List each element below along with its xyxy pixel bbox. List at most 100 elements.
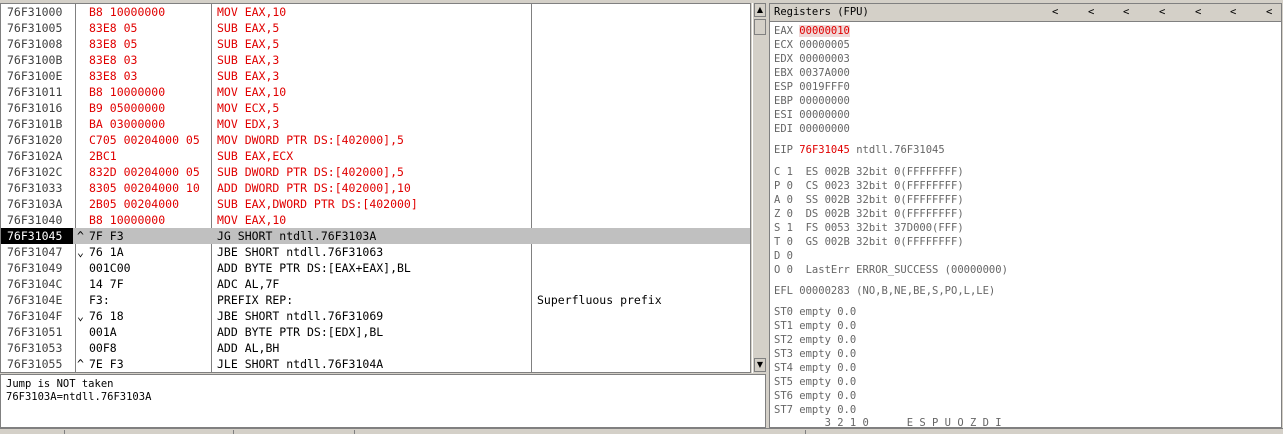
scroll-up-arrow-icon[interactable]: ▲ [754, 3, 766, 17]
disasm-row[interactable]: 76F31016 B9 05000000 MOV ECX,5 [1, 100, 750, 116]
flag-a-segment-ss[interactable]: A 0 SS 002B 32bit 0(FFFFFFFF) [774, 193, 964, 207]
address-cell: 76F3100B [7, 53, 63, 67]
register-ebx[interactable]: EBX 0037A000 [774, 66, 850, 80]
disasm-row[interactable]: 76F31005 83E8 05 SUB EAX,5 [1, 20, 750, 36]
flag-d[interactable]: D 0 [774, 249, 793, 263]
flag-o-lasterr[interactable]: O 0 LastErr ERROR_SUCCESS (00000000) [774, 263, 1008, 277]
hex-dump-cell: B8 10000000 [89, 85, 166, 99]
fpu-st6[interactable]: ST6 empty 0.0 [774, 389, 856, 403]
fpu-st5[interactable]: ST5 empty 0.0 [774, 375, 856, 389]
hex-dump-cell: F3: [89, 293, 110, 307]
comment-cell: Superfluous prefix [537, 293, 662, 307]
status-cell [0, 430, 65, 434]
jump-marker-icon: ⌄ [77, 309, 84, 323]
register-efl[interactable]: EFL 00000283 (NO,B,NE,BE,S,PO,L,LE) [774, 284, 995, 298]
jump-marker-icon: ^ [77, 229, 84, 243]
hex-dump-cell: BA 03000000 [89, 117, 166, 131]
hex-dump-cell: 7F F3 [89, 229, 124, 243]
disasm-row[interactable]: 76F31049 001C00 ADD BYTE PTR DS:[EAX+EAX],… [1, 260, 750, 276]
flag-s-segment-fs[interactable]: S 1 FS 0053 32bit 37D000(FFF) [774, 221, 964, 235]
address-cell: 76F31033 [7, 181, 63, 195]
disasm-row[interactable]: 76F3104C 14 7F ADC AL,7F [1, 276, 750, 292]
info-line-target: 76F3103A=ntdll.76F3103A [6, 391, 152, 403]
disasm-row[interactable]: 76F31040 B8 10000000 MOV EAX,10 [1, 212, 750, 228]
disasm-row[interactable]: 76F31051 001A ADD BYTE PTR DS:[EDX],BL [1, 324, 750, 340]
scroll-down-arrow-icon[interactable]: ▼ [754, 358, 766, 372]
register-eip[interactable]: EIP 76F31045 ntdll.76F31045 [774, 143, 945, 157]
disasm-row[interactable]: 76F31033 8305 00204000 10 ADD DWORD PTR DS… [1, 180, 750, 196]
disassembly-cell: ADD BYTE PTR DS:[EDX],BL [217, 325, 384, 339]
register-esi[interactable]: ESI 00000000 [774, 108, 850, 122]
address-cell: 76F3104F [7, 309, 63, 323]
register-edi[interactable]: EDI 00000000 [774, 122, 850, 136]
register-ebp[interactable]: EBP 00000000 [774, 94, 850, 108]
hex-dump-cell: 83E8 03 [89, 53, 138, 67]
left-arrow-icon[interactable]: < [1195, 4, 1201, 21]
disasm-row[interactable]: 76F3101B BA 03000000 MOV EDX,3 [1, 116, 750, 132]
address-cell: 76F31016 [7, 101, 63, 115]
fpu-st4[interactable]: ST4 empty 0.0 [774, 361, 856, 375]
left-arrow-icon[interactable]: < [1123, 4, 1129, 21]
disassembly-pane[interactable]: 76F31000 B8 10000000 MOV EAX,10 76F31005 83E… [0, 3, 751, 373]
fpu-st3[interactable]: ST3 empty 0.0 [774, 347, 856, 361]
disasm-row[interactable]: 76F31000 B8 10000000 MOV EAX,10 [1, 4, 750, 20]
address-cell: 76F31045 [1, 228, 73, 244]
registers-title: Registers (FPU) [774, 6, 869, 18]
disasm-row[interactable]: 76F3102A 2BC1 SUB EAX,ECX [1, 148, 750, 164]
hex-dump-cell: 001A [89, 325, 117, 339]
disasm-row[interactable]: 76F3100B 83E8 03 SUB EAX,3 [1, 52, 750, 68]
address-cell: 76F3104E [7, 293, 63, 307]
disasm-row[interactable]: 76F31008 83E8 05 SUB EAX,5 [1, 36, 750, 52]
flag-t-segment-gs[interactable]: T 0 GS 002B 32bit 0(FFFFFFFF) [774, 235, 964, 249]
fpu-st7[interactable]: ST7 empty 0.0 [774, 403, 856, 417]
fpu-st2[interactable]: ST2 empty 0.0 [774, 333, 856, 347]
hex-dump-cell: 76 1A [89, 245, 124, 259]
left-arrow-icon[interactable]: < [1052, 4, 1058, 21]
disasm-row[interactable]: 76F3103A 2B05 00204000 SUB EAX,DWORD PTR D… [1, 196, 750, 212]
info-line-jump: Jump is NOT taken [6, 378, 114, 390]
hex-dump-cell: 7E F3 [89, 357, 124, 371]
info-pane: Jump is NOT taken 76F3103A=ntdll.76F3103… [0, 374, 766, 428]
address-cell: 76F3101B [7, 117, 63, 131]
hex-dump-cell: 2B05 00204000 [89, 197, 180, 211]
left-arrow-icon[interactable]: < [1159, 4, 1165, 21]
disassembly-cell: JG SHORT ntdll.76F3103A [217, 229, 377, 243]
register-eax[interactable]: EAX 00000010 [774, 24, 850, 38]
disasm-row[interactable]: 76F31011 B8 10000000 MOV EAX,10 [1, 84, 750, 100]
registers-title-bar[interactable]: Registers (FPU) < < < < < < < [770, 4, 1281, 22]
disassembly-cell: MOV EAX,10 [217, 5, 287, 19]
disassembly-cell: SUB DWORD PTR DS:[402000],5 [217, 165, 404, 179]
address-cell: 76F3100E [7, 69, 63, 83]
register-esp[interactable]: ESP 0019FFF0 [774, 80, 850, 94]
disassembly-cell: SUB EAX,DWORD PTR DS:[402000] [217, 197, 418, 211]
disasm-row-selected[interactable]: 76F31045 ^ 7F F3 JG SHORT ntdll.76F3103A [1, 228, 750, 244]
address-cell: 76F31049 [7, 261, 63, 275]
flag-c-segment-es[interactable]: C 1 ES 002B 32bit 0(FFFFFFFF) [774, 165, 964, 179]
disasm-row[interactable]: 76F3100E 83E8 03 SUB EAX,3 [1, 68, 750, 84]
disasm-row[interactable]: 76F3104F ⌄ 76 18 JBE SHORT ntdll.76F31069 [1, 308, 750, 324]
address-cell: 76F31020 [7, 133, 63, 147]
disasm-row[interactable]: 76F3104E F3: PREFIX REP: Superfluous prefix [1, 292, 750, 308]
register-edx[interactable]: EDX 00000003 [774, 52, 850, 66]
registers-pane[interactable]: Registers (FPU) < < < < < < < EAX 000000… [769, 3, 1282, 428]
disasm-row[interactable]: 76F31047 ⌄ 76 1A JBE SHORT ntdll.76F31063 [1, 244, 750, 260]
address-cell: 76F3102A [7, 149, 63, 163]
status-cell [355, 430, 806, 434]
disasm-row[interactable]: 76F31020 C705 00204000 05 MOV DWORD PTR DS… [1, 132, 750, 148]
register-ecx[interactable]: ECX 00000005 [774, 38, 850, 52]
disasm-row[interactable]: 76F31053 00F8 ADD AL,BH [1, 340, 750, 356]
scroll-thumb[interactable] [754, 19, 766, 35]
left-arrow-icon[interactable]: < [1088, 4, 1094, 21]
disassembly-cell: ADD BYTE PTR DS:[EAX+EAX],BL [217, 261, 411, 275]
fpu-st0[interactable]: ST0 empty 0.0 [774, 305, 856, 319]
disassembly-cell: SUB EAX,3 [217, 69, 280, 83]
fpu-st1[interactable]: ST1 empty 0.0 [774, 319, 856, 333]
left-arrow-icon[interactable]: < [1266, 4, 1272, 21]
flag-z-segment-ds[interactable]: Z 0 DS 002B 32bit 0(FFFFFFFF) [774, 207, 964, 221]
disasm-row[interactable]: 76F3102C 832D 00204000 05 SUB DWORD PTR DS… [1, 164, 750, 180]
left-arrow-icon[interactable]: < [1230, 4, 1236, 21]
disasm-row[interactable]: 76F31055 ^ 7E F3 JLE SHORT ntdll.76F3104A [1, 356, 750, 372]
flag-p-segment-cs[interactable]: P 0 CS 0023 32bit 0(FFFFFFFF) [774, 179, 964, 193]
disassembly-scrollbar[interactable]: ▲ ▼ [752, 3, 767, 373]
disassembly-cell: JBE SHORT ntdll.76F31063 [217, 245, 384, 259]
